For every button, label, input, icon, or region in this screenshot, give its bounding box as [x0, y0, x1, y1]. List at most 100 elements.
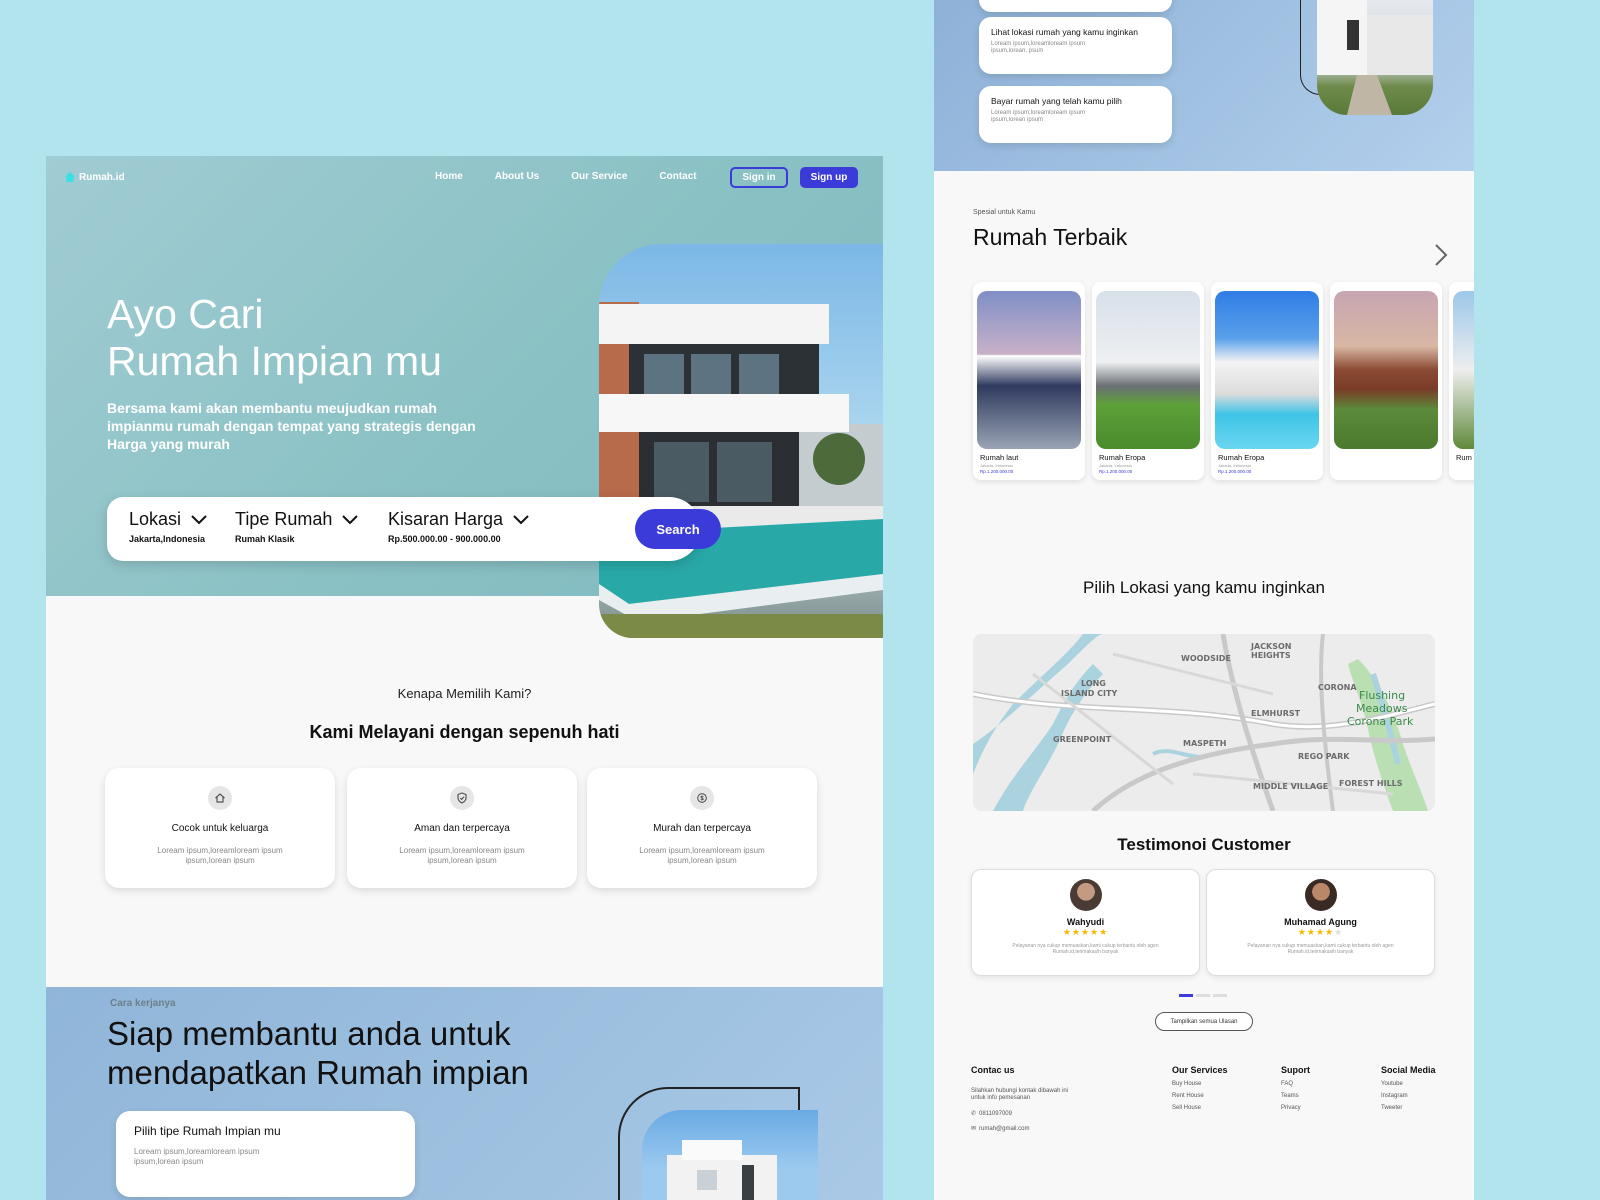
footer-link[interactable]: Instagram — [1381, 1093, 1436, 1099]
footer-contact: Contac us Silahkan hubungi kontak dibawa… — [971, 1065, 1081, 1132]
hero-house-image — [599, 244, 883, 638]
step-card-choose-type[interactable]: Pilih tipe Rumah Impian mu Loream ipsum,… — [116, 1111, 415, 1197]
footer-heading: Contac us — [971, 1065, 1015, 1075]
nav-about-us[interactable]: About Us — [495, 171, 539, 182]
why-title: Kami Melayani dengan sepenuh hati — [309, 722, 620, 742]
house-card[interactable]: Rumah Eropa Jakarta, Indonesia Rp.1.200.… — [1211, 282, 1323, 480]
footer-link[interactable]: Buy House — [1172, 1081, 1228, 1087]
review-text: Pelayanan nya cukup memuaskan,kami cukup… — [1247, 943, 1394, 955]
white-house-image — [642, 1110, 818, 1200]
house-location: Jakarta, Indonesia — [1099, 463, 1132, 468]
map-label: MASPETH — [1183, 739, 1226, 748]
step-title: Lihat lokasi rumah yang kamu inginkan — [991, 27, 1138, 37]
brand-name: Rumah.id — [79, 171, 125, 183]
house-type-dropdown[interactable]: Tipe Rumah Rumah Klasik — [235, 509, 359, 544]
review-text: Pelayanan nya cukup memuaskan,kami cukup… — [1012, 943, 1159, 955]
footer-link[interactable]: Sell House — [1172, 1105, 1228, 1111]
testimonial-card: Wahyudi ★★★★★ Pelayanan nya cukup memuas… — [971, 869, 1200, 976]
avatar — [1304, 879, 1337, 911]
house-price: Rp.1.200.000.00 — [1218, 469, 1252, 474]
how-subtitle: Cara kerjanya — [110, 998, 176, 1009]
footer-social: Social Media Youtube Instagram Tweeter — [1381, 1065, 1436, 1111]
hero-title-line2: Rumah Impian mu — [107, 338, 442, 384]
price-range-dropdown[interactable]: Kisaran Harga Rp.500.000.00 - 900.000.00 — [388, 509, 529, 544]
feature-title: Cocok untuk keluarga — [171, 823, 269, 834]
star-rating: ★★★★★ — [1062, 927, 1109, 937]
hero-section: Rumah.id Home About Us Our Service Conta… — [46, 156, 883, 638]
carousel-dot[interactable] — [1213, 994, 1227, 997]
search-button[interactable]: Search — [635, 509, 721, 549]
footer-support: Suport FAQ Teams Privacy — [1281, 1065, 1310, 1111]
best-subtitle: Spesial untuk Kamu — [973, 209, 1036, 216]
how-title-line1: Siap membantu anda untuk — [107, 1015, 511, 1052]
show-all-reviews-button[interactable]: Tampilkan semua Ulasan — [1155, 1012, 1253, 1031]
feature-card-cheap: Murah dan terpercaya Loream ipsum,loream… — [587, 768, 817, 888]
map-label: ELMHURST — [1251, 709, 1301, 718]
house-card[interactable]: Rumah laut Jakarta, Indonesia Rp.1.200.0… — [973, 282, 1085, 480]
map-label: Meadows — [1356, 702, 1408, 715]
map-label: HEIGHTS — [1251, 651, 1291, 660]
why-subtitle: Kenapa Memilih Kami? — [397, 686, 532, 701]
carousel-dot-active[interactable] — [1179, 994, 1193, 997]
email-line[interactable]: ✉ rumah@gmail.com — [971, 1125, 1081, 1133]
house-price: Rp.1.200.000.00 — [1099, 469, 1133, 474]
phone-line[interactable]: ✆ 0811097009 — [971, 1110, 1081, 1118]
location-map[interactable]: WOODSIDE JACKSON HEIGHTS LONG ISLAND CIT… — [973, 634, 1435, 811]
star-rating: ★★★★★ — [1297, 927, 1344, 937]
phone-icon: ✆ — [971, 1111, 977, 1117]
house-name: Rumah laut — [980, 453, 1019, 462]
step-title: Pilih tipe Rumah Impian mu — [134, 1124, 281, 1138]
mail-icon: ✉ — [971, 1126, 977, 1132]
brand-logo[interactable]: Rumah.id — [64, 171, 125, 183]
sign-in-button[interactable]: Sign in — [730, 167, 788, 188]
reviewer-name: Muhamad Agung — [1284, 917, 1357, 927]
footer-link[interactable]: Rent House — [1172, 1093, 1228, 1099]
step-card-pay[interactable]: Bayar rumah yang telah kamu pilih Loream… — [979, 86, 1172, 143]
footer-link[interactable]: Teams — [1281, 1093, 1310, 1099]
avatar — [1069, 879, 1102, 911]
shield-icon — [450, 786, 474, 810]
nav-our-service[interactable]: Our Service — [571, 171, 627, 182]
house-card[interactable]: Rumah Eropa Jakarta, Indonesia Rp.1.200.… — [1092, 282, 1204, 480]
step-card-location[interactable]: Lihat lokasi rumah yang kamu inginkan Lo… — [979, 17, 1172, 74]
house-card[interactable]: Rum — [1449, 282, 1474, 480]
map-label: FOREST HILLS — [1339, 779, 1403, 788]
carousel-dots — [1179, 994, 1227, 997]
map-label: JACKSON — [1250, 642, 1292, 651]
phone-number: 0811097009 — [979, 1110, 1012, 1117]
step-card-previous[interactable] — [979, 0, 1172, 12]
testimonial-card: Muhamad Agung ★★★★★ Pelayanan nya cukup … — [1206, 869, 1435, 976]
footer-link[interactable]: Tweeter — [1381, 1105, 1436, 1111]
contact-desc: Silahkan hubungi kontak dibawah ini untu… — [971, 1088, 1069, 1101]
nav-contact[interactable]: Contact — [659, 171, 696, 182]
location-value: Jakarta,Indonesia — [129, 534, 206, 544]
map-label: GREENPOINT — [1053, 735, 1112, 744]
price-range-label: Kisaran Harga — [388, 509, 504, 529]
feature-desc: Loream ipsum,loreamloream ipsum ipsum,lo… — [399, 846, 525, 865]
step-desc: Loream ipsum,loreamloream ipsum ipsum,lo… — [991, 110, 1086, 123]
house-location: Jakarta, Indonesia — [1218, 463, 1251, 468]
main-nav: Home About Us Our Service Contact — [435, 171, 697, 182]
best-title: Rumah Terbaik — [973, 224, 1128, 250]
price-range-value: Rp.500.000.00 - 900.000.00 — [388, 534, 501, 544]
footer-heading: Social Media — [1381, 1065, 1436, 1075]
footer-link[interactable]: Youtube — [1381, 1081, 1436, 1087]
nav-home[interactable]: Home — [435, 171, 463, 182]
house-name: Rumah Eropa — [1099, 453, 1146, 462]
chevron-right-icon[interactable] — [1434, 243, 1448, 274]
location-dropdown[interactable]: Lokasi Jakarta,Indonesia — [129, 509, 207, 544]
hero-title: Ayo Cari Rumah Impian mu — [107, 291, 442, 385]
map-label: WOODSIDE — [1181, 654, 1231, 663]
house-name: Rum — [1456, 453, 1472, 462]
house-card[interactable] — [1330, 282, 1442, 480]
house-type-label: Tipe Rumah — [235, 509, 333, 529]
house-logo-icon — [65, 172, 75, 182]
footer-link[interactable]: FAQ — [1281, 1081, 1310, 1087]
sign-up-button[interactable]: Sign up — [800, 167, 858, 188]
carousel-dot[interactable] — [1196, 994, 1210, 997]
feature-title: Murah dan terpercaya — [653, 823, 751, 834]
search-bar: Lokasi Jakarta,Indonesia Tipe Rumah Ruma… — [107, 497, 721, 561]
landing-page-left: Rumah.id Home About Us Our Service Conta… — [46, 156, 883, 1200]
footer-link[interactable]: Privacy — [1281, 1105, 1310, 1111]
map-label: Flushing — [1359, 689, 1405, 702]
